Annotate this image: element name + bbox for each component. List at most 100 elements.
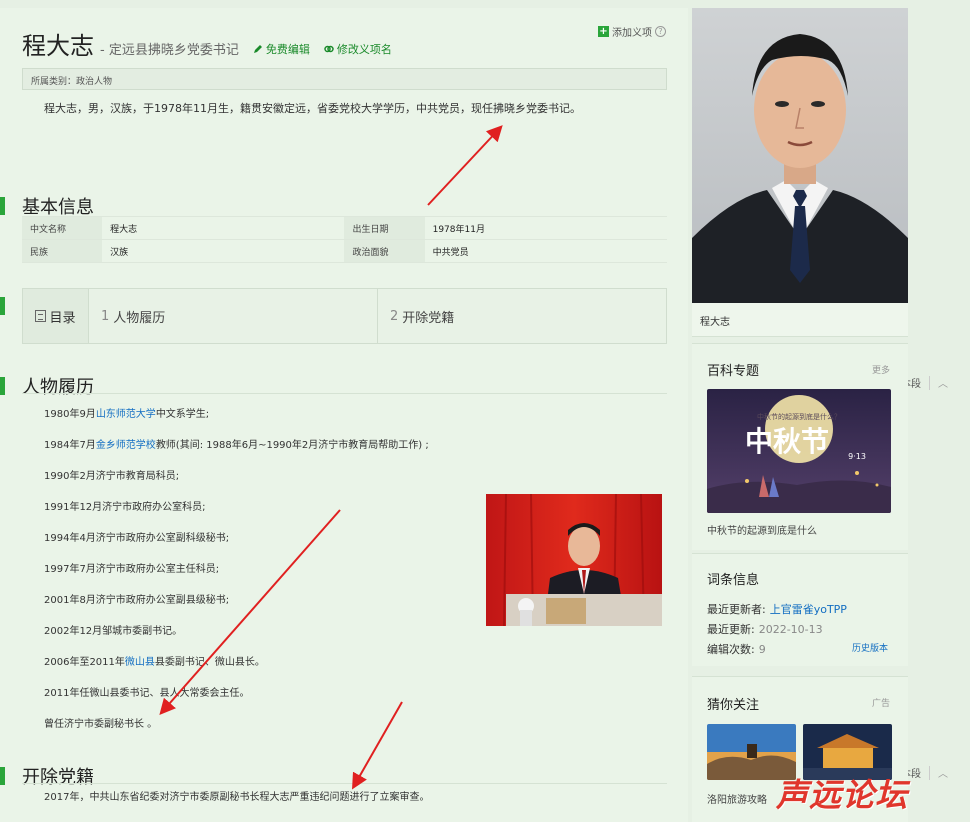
link-icon bbox=[324, 45, 334, 53]
updater-row: 最近更新者: 上官雷雀yoTPP bbox=[707, 601, 847, 617]
speaker-photo-image bbox=[486, 494, 662, 626]
expel-text: 2017年，中共山东省纪委对济宁市委原副秘书长程大志严重违纪问题进行了立案审查。 bbox=[44, 792, 430, 803]
career-text: 县委副书记、微山县长。 bbox=[154, 657, 265, 668]
career-list: 1980年9月山东师范大学中文系学生; 1984年7月金乡师范学校教师(其间: … bbox=[44, 405, 429, 746]
toc-item-number: 1 bbox=[101, 308, 110, 324]
list-item: 2001年8月济宁市政府办公室副县级秘书; bbox=[44, 591, 429, 622]
info-key: 中文名称 bbox=[22, 216, 103, 240]
banner-subtitle: 中秋节的起源到底是什么？ bbox=[757, 412, 841, 421]
career-text: 2011年任微山县委书记、县人大常委会主任。 bbox=[44, 688, 250, 699]
divider bbox=[929, 375, 930, 390]
collapse-icon[interactable]: ︿ bbox=[938, 765, 948, 780]
add-meaning-button[interactable]: + 添加义项 ? bbox=[598, 24, 666, 39]
expel-title: 开除党籍 bbox=[22, 767, 94, 788]
section-bar bbox=[0, 197, 5, 215]
toc-item-label: 开除党籍 bbox=[402, 310, 455, 326]
rename-label: 修改义项名 bbox=[336, 43, 392, 56]
info-key: 出生日期 bbox=[344, 216, 425, 240]
add-meaning-label: 添加义项 bbox=[612, 28, 652, 39]
free-edit-label: 免费编辑 bbox=[265, 43, 310, 56]
more-link[interactable]: 更多 bbox=[872, 363, 890, 376]
ad-label: 广告 bbox=[871, 699, 890, 709]
section-divider bbox=[22, 393, 667, 394]
guess-title: 猜你关注 bbox=[707, 698, 760, 713]
updater-label: 最近更新者: bbox=[707, 603, 766, 616]
page-title: 程大志 bbox=[22, 32, 94, 60]
list-item: 曾任济宁市委副秘书长 。 bbox=[44, 715, 429, 746]
banner-date: 9·13 bbox=[848, 452, 866, 461]
updater-link[interactable]: 上官雷雀yoTPP bbox=[770, 603, 847, 616]
edits-row: 编辑次数: 9 bbox=[707, 641, 766, 657]
list-item: 1980年9月山东师范大学中文系学生; bbox=[44, 405, 429, 436]
section-divider bbox=[22, 783, 667, 784]
divider bbox=[929, 765, 930, 780]
updated-row: 最近更新: 2022-10-13 bbox=[707, 621, 823, 637]
table-row: 中文名称 程大志 出生日期 1978年11月 bbox=[22, 216, 667, 240]
banner-title: 中秋节 bbox=[745, 425, 829, 458]
portrait-caption: 程大志 bbox=[692, 303, 908, 337]
history-link[interactable]: 历史版本 bbox=[852, 641, 888, 654]
category-box: 所属类别：政治人物 bbox=[22, 68, 667, 90]
list-item: 2002年12月邹城市委副书记。 bbox=[44, 622, 429, 653]
career-link[interactable]: 微山县 bbox=[125, 657, 155, 668]
guess-caption[interactable]: 洛阳旅游攻略 bbox=[707, 791, 767, 806]
updated-label: 最近更新: bbox=[707, 623, 755, 636]
plus-icon: + bbox=[598, 26, 609, 37]
toc-item-expel[interactable]: 2 开除党籍 bbox=[377, 289, 666, 343]
toc-item-career[interactable]: 1 人物履历 bbox=[89, 289, 377, 343]
edits-label: 编辑次数: bbox=[707, 643, 755, 656]
section-bar bbox=[0, 377, 5, 395]
portrait-photo[interactable] bbox=[692, 8, 908, 303]
career-link[interactable]: 金乡师范学校 bbox=[96, 440, 156, 451]
mid-autumn-banner-image: 中秋节的起源到底是什么？ 中秋节 9·13 bbox=[707, 389, 891, 513]
topic-title: 百科专题 bbox=[707, 364, 760, 379]
career-text: 1994年4月济宁市政府办公室副科级秘书; bbox=[44, 533, 230, 544]
updated-value: 2022-10-13 bbox=[758, 623, 823, 636]
toc-marker bbox=[0, 297, 22, 315]
section-bar bbox=[0, 297, 5, 315]
collapse-icon[interactable]: ︿ bbox=[938, 375, 948, 390]
toc-item-number: 2 bbox=[390, 308, 399, 324]
topic-caption[interactable]: 中秋节的起源到底是什么 bbox=[707, 522, 817, 537]
list-item: 2011年任微山县委书记、县人大常委会主任。 bbox=[44, 684, 429, 715]
page-subtitle: - 定远县拂晓乡党委书记 bbox=[100, 43, 239, 58]
list-item: 1991年12月济宁市政府办公室科员; bbox=[44, 498, 429, 529]
entry-info-title: 词条信息 bbox=[707, 573, 760, 588]
career-text: 2001年8月济宁市政府办公室副县级秘书; bbox=[44, 595, 230, 606]
list-item: 2006年至2011年微山县县委副书记、微山县长。 bbox=[44, 653, 429, 684]
rename-button[interactable]: 修改义项名 bbox=[324, 41, 392, 57]
career-text: 教师(其间: 1988年6月~1990年2月济宁市教育局帮助工作) ; bbox=[155, 440, 429, 451]
forum-watermark: 声远论坛 bbox=[776, 776, 909, 814]
list-item: 1994年4月济宁市政府办公室副科级秘书; bbox=[44, 529, 429, 560]
career-link[interactable]: 山东师范大学 bbox=[96, 409, 156, 420]
career-text: 2006年至2011年 bbox=[44, 657, 125, 668]
free-edit-button[interactable]: 免费编辑 bbox=[253, 41, 310, 57]
table-row: 民族 汉族 政治面貌 中共党员 bbox=[22, 239, 667, 263]
list-item: 1984年7月金乡师范学校教师(其间: 1988年6月~1990年2月济宁市教育… bbox=[44, 436, 429, 467]
info-value: 汉族 bbox=[102, 239, 345, 263]
career-text: 曾任济宁市委副秘书长 。 bbox=[44, 719, 158, 730]
table-of-contents: 目录 1 人物履历 2 开除党籍 bbox=[22, 288, 667, 344]
info-value: 1978年11月 bbox=[424, 216, 667, 240]
career-photo[interactable] bbox=[486, 494, 662, 626]
summary-text: 程大志，男，汉族，于1978年11月生，籍贯安徽定远，省委党校大学学历，中共党员… bbox=[44, 102, 581, 115]
basic-info-table: 中文名称 程大志 出生日期 1978年11月 民族 汉族 政治面貌 中共党员 bbox=[22, 216, 667, 263]
toc-label-text: 目录 bbox=[49, 310, 76, 326]
career-text: 1997年7月济宁市政府办公室主任科员; bbox=[44, 564, 220, 575]
section-bar bbox=[0, 767, 5, 785]
help-icon[interactable]: ? bbox=[655, 26, 666, 37]
title-row: 程大志 - 定远县拂晓乡党委书记 免费编辑 修改义项名 bbox=[22, 26, 392, 61]
career-text: 1990年2月济宁市教育局科员; bbox=[44, 471, 180, 482]
career-text: 中文系学生; bbox=[155, 409, 210, 420]
info-value: 程大志 bbox=[102, 216, 345, 240]
career-text: 1980年9月 bbox=[44, 409, 96, 420]
toc-label: 目录 bbox=[23, 289, 89, 343]
career-text: 1984年7月 bbox=[44, 440, 96, 451]
edits-value: 9 bbox=[758, 643, 766, 656]
list-icon bbox=[35, 310, 47, 322]
topic-banner[interactable]: 中秋节的起源到底是什么？ 中秋节 9·13 bbox=[707, 389, 891, 513]
info-key: 民族 bbox=[22, 239, 103, 263]
pencil-icon bbox=[253, 45, 262, 53]
career-title: 人物履历 bbox=[22, 377, 94, 398]
info-key: 政治面貌 bbox=[344, 239, 425, 263]
